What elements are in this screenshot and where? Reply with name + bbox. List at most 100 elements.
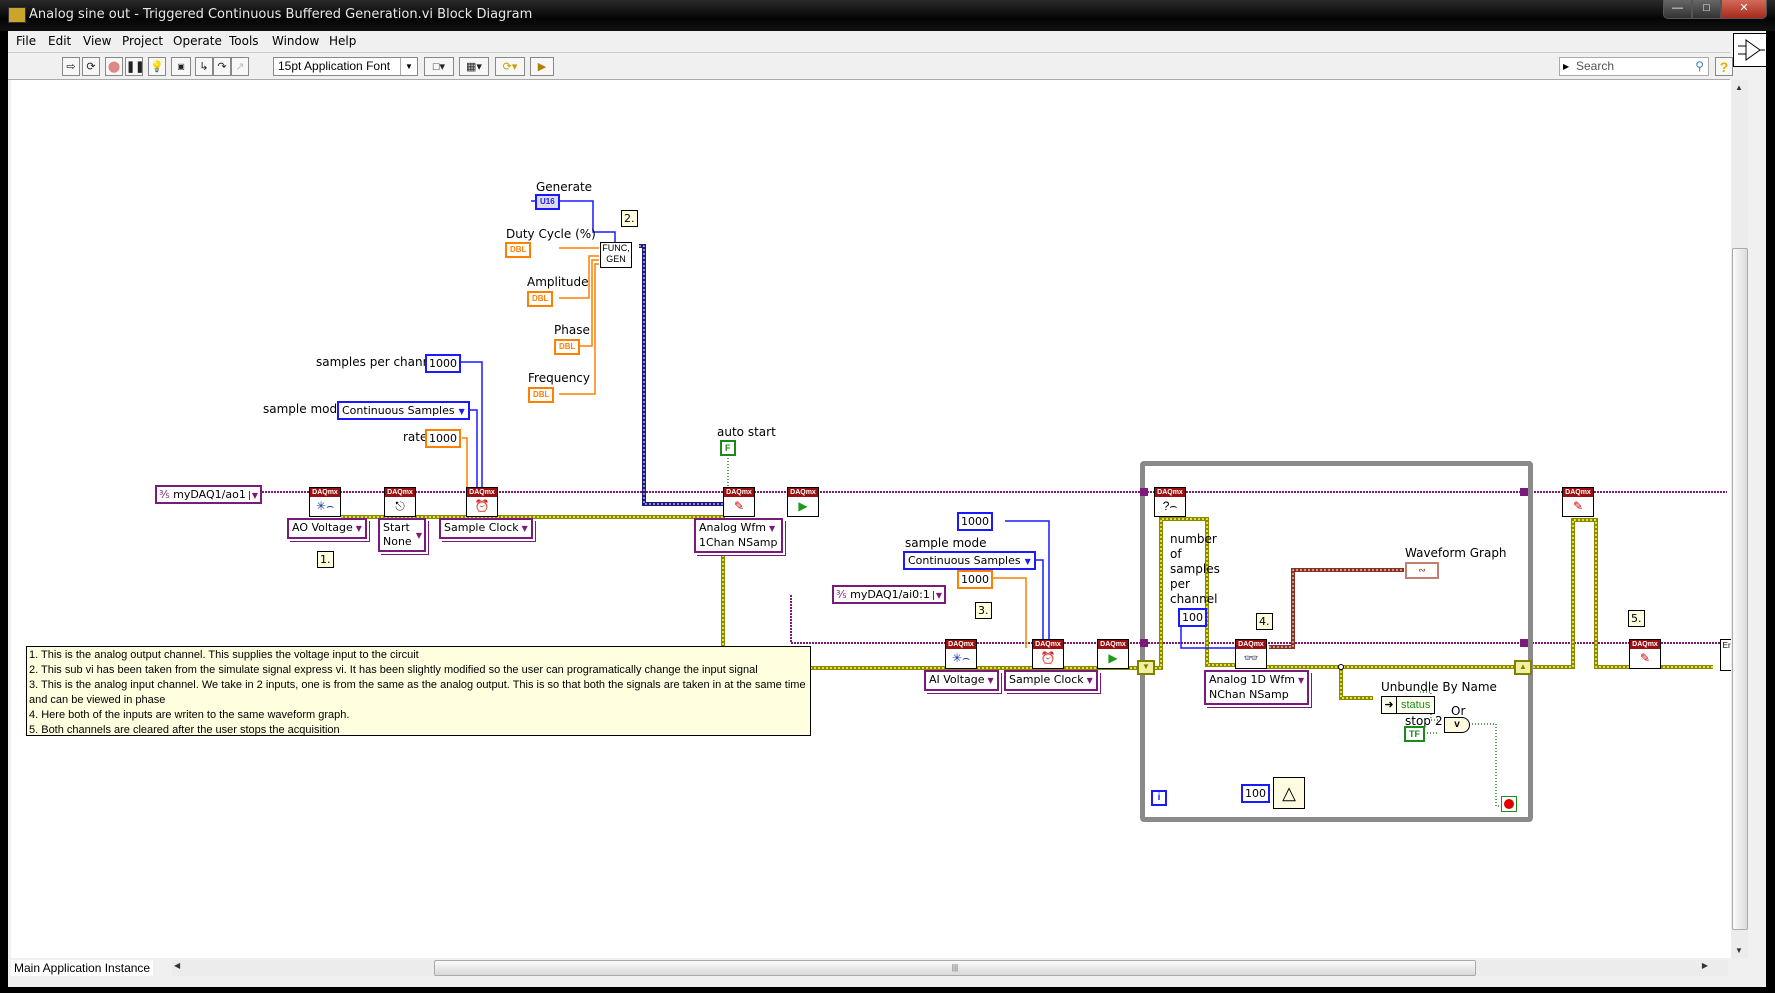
menu-operate[interactable]: Operate [173, 34, 222, 48]
daqmx-create-channel-ao[interactable]: DAQmx ✳⌢ [309, 487, 341, 517]
shift-register-left[interactable]: ▼ [1137, 660, 1155, 675]
stop-button-terminal[interactable]: TF [1404, 726, 1425, 742]
window-frame: File Edit View Project Operate Tools Win… [8, 31, 1767, 987]
ai-chan-type-selector[interactable]: AI Voltage ▼ [924, 670, 999, 691]
generate-control[interactable]: U16 [535, 194, 560, 210]
ai-sample-mode-constant[interactable]: Continuous Samples ▼ [903, 551, 1036, 570]
func-gen-subvi[interactable]: FUNC, GEN [600, 242, 632, 268]
simple-error-handler[interactable]: Error ?! [1720, 639, 1731, 671]
metronome-wait-icon[interactable]: △ [1273, 777, 1305, 809]
ai-samples-constant[interactable]: 1000 [957, 512, 993, 531]
close-button[interactable]: ✕ [1721, 0, 1767, 19]
daqmx-create-channel-ai[interactable]: DAQmx ✳⌢ [945, 639, 977, 669]
shift-register-right[interactable]: ▲ [1514, 660, 1532, 675]
menu-project[interactable]: Project [122, 34, 163, 48]
menu-bar: File Edit View Project Operate Tools Win… [8, 31, 1766, 51]
reorder-icon[interactable]: ⟳▾ [495, 57, 525, 76]
samples-per-channel-constant[interactable]: 1000 [425, 354, 461, 373]
daqmx-trigger[interactable]: DAQmx ⎋ [384, 487, 416, 517]
wait-ms-constant[interactable]: 100 [1241, 784, 1270, 803]
loop-condition-terminal[interactable] [1501, 796, 1517, 812]
sample-mode-constant[interactable]: Continuous Samples ▼ [337, 401, 470, 420]
distribute-objects-icon[interactable]: ▦▾ [459, 57, 489, 76]
daqmx-read[interactable]: DAQmx 👓 [1235, 639, 1267, 669]
arrow-right-icon: ➜ [1382, 697, 1397, 713]
context-help-button[interactable]: ? [1715, 57, 1733, 76]
note-5: 5. [1628, 610, 1645, 627]
auto-start-constant[interactable]: F [720, 440, 736, 456]
write-type-selector[interactable]: Analog Wfm ▼ 1Chan NSamp [694, 518, 783, 553]
task-tunnel-in-ai [1140, 639, 1148, 647]
scroll-down-icon[interactable]: ▼ [1735, 946, 1743, 955]
menu-view[interactable]: View [83, 34, 111, 48]
ai-channel-constant[interactable]: ⅗ myDAQ1/ai0:1 ▼ [832, 585, 947, 604]
scroll-left-icon[interactable]: ◀ [174, 961, 180, 970]
ao-timing-selector[interactable]: Sample Clock ▼ [439, 518, 533, 539]
block-diagram-canvas[interactable]: Generate U16 2. Duty Cycle (%) DBL FUNC,… [11, 80, 1731, 958]
horizontal-scrollbar[interactable]: ◀ ||| ▶ [172, 960, 1728, 976]
duty-cycle-control[interactable]: DBL [505, 242, 532, 258]
pause-icon[interactable]: ❚❚ [125, 57, 144, 76]
daqmx-clear-task-ao[interactable]: DAQmx ✎ [1562, 487, 1594, 517]
highlight-execution-icon[interactable]: 💡 [148, 57, 166, 76]
search-input[interactable]: ▶ Search ⚲ [1559, 57, 1709, 76]
waveform-graph-terminal[interactable]: ∾ [1405, 562, 1439, 579]
vertical-scrollbar[interactable]: ▲ ▼ [1731, 80, 1748, 958]
daqmx-start-task-ai[interactable]: DAQmx ▶ [1097, 639, 1129, 669]
chevron-down-icon: ▼ [1297, 676, 1305, 685]
step-into-icon[interactable]: ↳ [195, 57, 213, 76]
ao-channel-value: myDAQ1/ao1 [173, 488, 246, 501]
daqmx-timing-ao[interactable]: DAQmx ⏰ [466, 487, 498, 517]
menu-window[interactable]: Window [272, 34, 319, 48]
frequency-control[interactable]: DBL [528, 387, 555, 403]
daqmx-write[interactable]: DAQmx ✎ [723, 487, 755, 517]
menu-edit[interactable]: Edit [48, 34, 71, 48]
daqmx-clear-task-ai[interactable]: DAQmx ✎ [1629, 639, 1661, 669]
step-out-icon[interactable]: ↗ [231, 57, 249, 76]
daqmx-is-task-done[interactable]: DAQmx ?⌢ [1154, 487, 1186, 517]
status-bar: Main Application Instance ◀ ||| ▶ [8, 958, 1766, 978]
align-objects-icon[interactable]: □▾ [424, 57, 454, 76]
amplitude-control[interactable]: DBL [527, 291, 554, 307]
daqmx-start-task-ao[interactable]: DAQmx ▶ [787, 487, 819, 517]
read-type-selector[interactable]: Analog 1D Wfm ▼ NChan NSamp [1204, 670, 1310, 705]
or-function[interactable]: v [1444, 717, 1470, 733]
retain-wire-values-icon[interactable]: ▣ [171, 57, 191, 76]
unbundle-by-name[interactable]: ➜ status [1381, 696, 1436, 714]
search-options-icon[interactable]: ▶ [1563, 58, 1569, 75]
clean-up-diagram-icon[interactable]: ▶ [530, 57, 554, 76]
ai-timing-selector[interactable]: Sample Clock ▼ [1004, 670, 1098, 691]
vertical-scroll-thumb[interactable] [1732, 248, 1748, 930]
menu-file[interactable]: File [16, 34, 36, 48]
scroll-up-icon[interactable]: ▲ [1735, 83, 1743, 92]
chevron-down-icon: ▼ [355, 524, 362, 533]
scroll-right-icon[interactable]: ▶ [1702, 961, 1708, 970]
ao-channel-constant[interactable]: ⅗ myDAQ1/ao1 ▼ [155, 485, 262, 504]
ao-chan-type-selector[interactable]: AO Voltage ▼ [287, 518, 367, 539]
opamp-icon [1738, 39, 1765, 61]
comment-line-3: 3. This is the analog input channel. We … [29, 679, 806, 706]
diagram-comment[interactable]: 1. This is the analog output channel. Th… [26, 646, 811, 736]
minimize-button[interactable]: — [1663, 0, 1692, 19]
rate-constant[interactable]: 1000 [425, 429, 461, 448]
horizontal-scroll-thumb[interactable]: ||| [434, 960, 1476, 976]
note-2: 2. [621, 210, 638, 227]
chevron-down-icon: ▼ [768, 524, 776, 533]
phase-control[interactable]: DBL [554, 339, 581, 355]
menu-help[interactable]: Help [329, 34, 356, 48]
application-instance[interactable]: Main Application Instance [11, 960, 154, 976]
ai-rate-constant[interactable]: 1000 [957, 570, 993, 589]
num-samples-constant[interactable]: 100 [1178, 608, 1207, 627]
daqmx-timing-ai[interactable]: DAQmx ⏰ [1032, 639, 1064, 669]
step-over-icon[interactable]: ↷ [213, 57, 231, 76]
run-arrow-icon[interactable]: ⇨ [62, 57, 80, 76]
abort-icon[interactable]: ⬤ [105, 57, 123, 76]
search-icon[interactable]: ⚲ [1695, 58, 1704, 75]
menu-tools[interactable]: Tools [229, 34, 259, 48]
run-continuously-icon[interactable]: ⟳ [82, 57, 100, 76]
trigger-type-selector[interactable]: Start None ▼ [378, 518, 426, 552]
vi-icon-connector[interactable] [1733, 33, 1767, 67]
font-selector[interactable]: 15pt Application Font ▼ [273, 57, 418, 76]
while-loop[interactable] [1140, 461, 1533, 822]
maximize-button[interactable]: □ [1692, 0, 1721, 19]
